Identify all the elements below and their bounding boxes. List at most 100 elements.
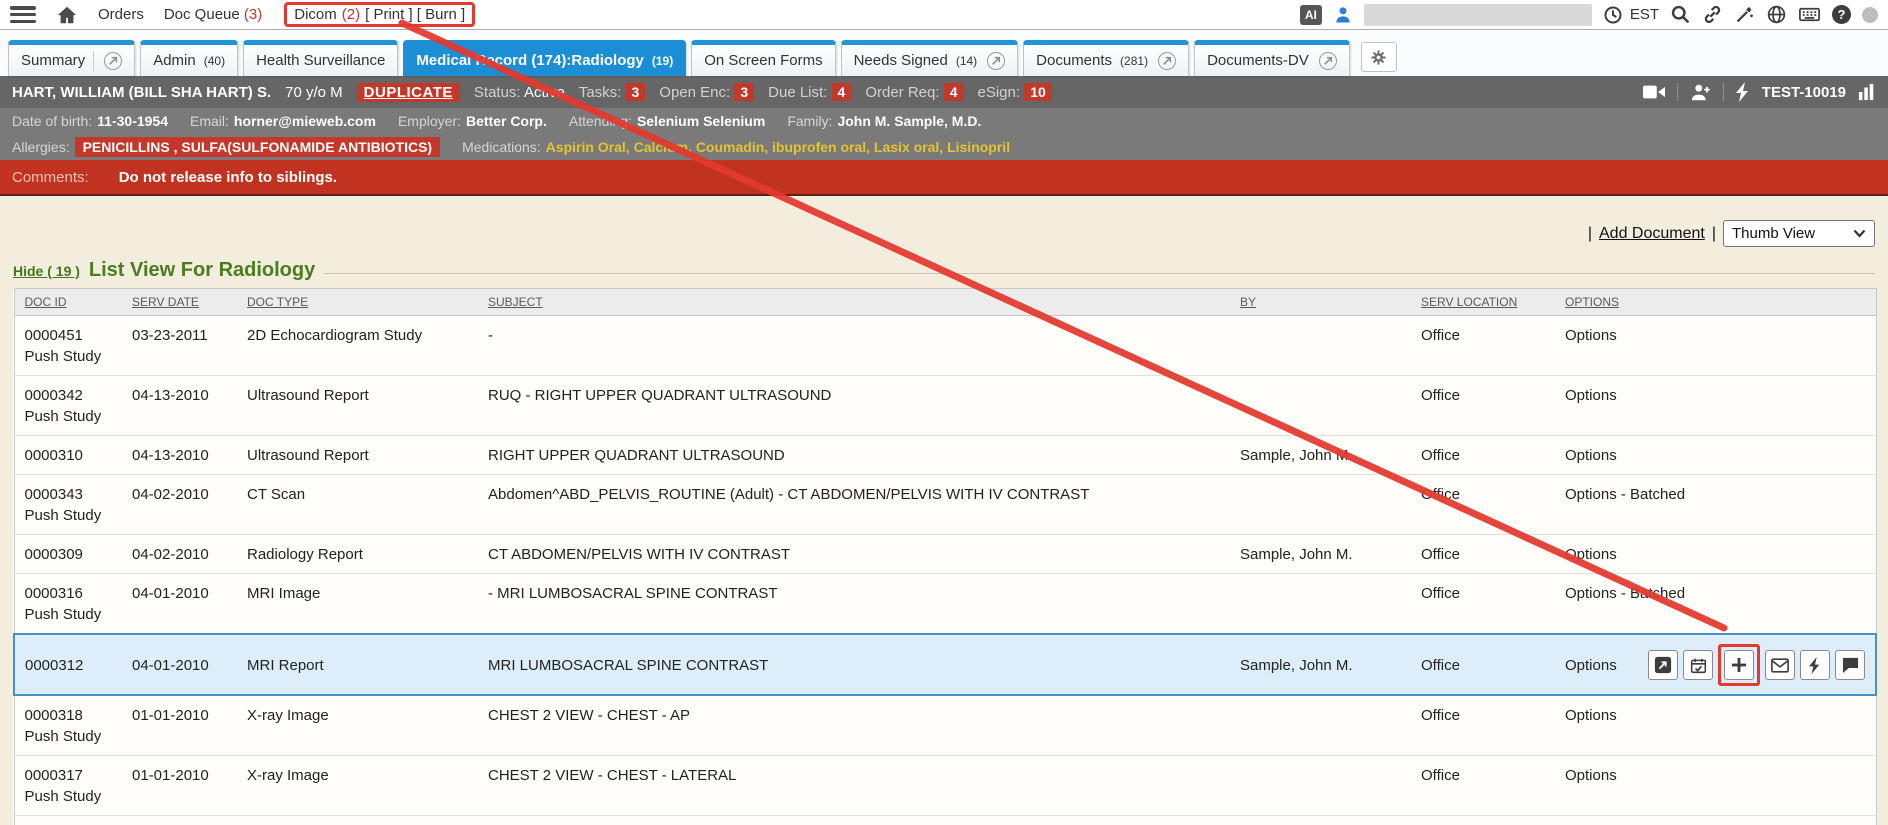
options-link[interactable]: Options - Batched bbox=[1555, 574, 1876, 635]
search-icon[interactable] bbox=[1670, 4, 1691, 25]
tab-summary[interactable]: Summary bbox=[8, 40, 135, 76]
medications-list[interactable]: Aspirin Oral, Calcium, Coumadin, ibuprof… bbox=[546, 139, 1010, 155]
options-link[interactable]: Options - Batched bbox=[1555, 475, 1876, 535]
table-row[interactable]: 0000343Push Study 04-02-2010 CT Scan Abd… bbox=[14, 475, 1876, 535]
keyboard-icon[interactable] bbox=[1798, 3, 1821, 26]
doc-id[interactable]: 0000318 bbox=[25, 705, 113, 726]
order-req-count-badge[interactable]: 4 bbox=[944, 83, 964, 101]
push-study-link[interactable]: Push Study bbox=[25, 505, 113, 526]
doc-id[interactable]: 0000313 bbox=[14, 816, 122, 825]
ai-badge[interactable]: AI bbox=[1300, 5, 1322, 25]
col-doc-id[interactable]: DOC ID bbox=[14, 289, 122, 316]
tab-needs-signed[interactable]: Needs Signed (14) bbox=[841, 40, 1019, 76]
table-row[interactable]: 0000342Push Study 04-13-2010 Ultrasound … bbox=[14, 376, 1876, 436]
calendar-check-button[interactable] bbox=[1683, 650, 1713, 680]
table-row[interactable]: 0000310 04-13-2010 Ultrasound Report RIG… bbox=[14, 436, 1876, 475]
doc-id[interactable]: 0000342 bbox=[25, 385, 113, 406]
tab-health-surveillance[interactable]: Health Surveillance bbox=[243, 40, 398, 76]
lightning-button[interactable] bbox=[1800, 650, 1830, 680]
chart-tab-bar: Summary Admin (40) Health Surveillance M… bbox=[0, 30, 1888, 76]
doc-id[interactable]: 0000309 bbox=[14, 535, 122, 574]
tab-documents[interactable]: Documents (281) bbox=[1023, 40, 1189, 76]
comment-button[interactable] bbox=[1835, 650, 1865, 680]
menu-orders[interactable]: Orders bbox=[98, 6, 144, 23]
doc-id[interactable]: 0000312 bbox=[14, 634, 122, 695]
wand-icon[interactable] bbox=[1734, 4, 1755, 25]
tab-documents-dv[interactable]: Documents-DV bbox=[1194, 40, 1350, 76]
options-link[interactable]: Options bbox=[1555, 756, 1876, 816]
push-study-link[interactable]: Push Study bbox=[25, 604, 113, 625]
push-study-link[interactable]: Push Study bbox=[25, 786, 113, 807]
doc-id[interactable]: 0000451 bbox=[25, 325, 113, 346]
doc-id[interactable]: 0000317 bbox=[25, 765, 113, 786]
popout-icon[interactable] bbox=[104, 52, 122, 70]
push-study-link[interactable]: Push Study bbox=[25, 726, 113, 747]
doc-id[interactable]: 0000316 bbox=[25, 583, 113, 604]
col-doc-type[interactable]: DOC TYPE bbox=[237, 289, 478, 316]
menu-dicom[interactable]: Dicom bbox=[294, 6, 337, 23]
options-link[interactable]: Options bbox=[1555, 436, 1876, 475]
email-value[interactable]: horner@mieweb.com bbox=[234, 113, 376, 129]
help-icon[interactable]: ? bbox=[1832, 5, 1851, 24]
add-attachment-button[interactable] bbox=[1724, 650, 1754, 680]
duplicate-badge[interactable]: DUPLICATE bbox=[357, 83, 460, 102]
employer-value: Better Corp. bbox=[466, 113, 547, 129]
col-serv-location[interactable]: SERV LOCATION bbox=[1411, 289, 1555, 316]
table-row[interactable]: 0000317Push Study 01-01-2010 X-ray Image… bbox=[14, 756, 1876, 816]
menu-doc-queue[interactable]: Doc Queue (3) bbox=[164, 6, 262, 23]
options-link[interactable]: Options bbox=[1555, 316, 1876, 376]
table-row[interactable]: 0000313 01-01-2010 Radiology Report CHES… bbox=[14, 816, 1876, 825]
push-study-link[interactable]: Push Study bbox=[25, 346, 113, 367]
email-button[interactable] bbox=[1765, 650, 1795, 680]
doc-queue-count: (3) bbox=[244, 6, 262, 23]
allergies-badge[interactable]: PENICILLINS , SULFA(SULFONAMIDE ANTIBIOT… bbox=[75, 137, 440, 157]
tab-admin[interactable]: Admin (40) bbox=[140, 40, 238, 76]
hide-link[interactable]: Hide ( 19 ) bbox=[13, 263, 80, 279]
doc-id[interactable]: 0000343 bbox=[25, 484, 113, 505]
document-toolbar: | Add Document | Thumb View bbox=[13, 220, 1875, 247]
video-camera-icon[interactable] bbox=[1643, 83, 1665, 101]
options-link[interactable]: Options bbox=[1555, 376, 1876, 436]
tasks-count-badge[interactable]: 3 bbox=[626, 83, 646, 101]
col-by[interactable]: BY bbox=[1230, 289, 1411, 316]
hamburger-menu-icon[interactable] bbox=[10, 6, 36, 23]
options-link[interactable]: Options bbox=[1555, 695, 1876, 756]
tab-medical-record-radiology[interactable]: Medical Record (174):Radiology (19) bbox=[403, 40, 686, 76]
col-subject[interactable]: SUBJECT bbox=[478, 289, 1230, 316]
user-icon[interactable] bbox=[1333, 5, 1353, 25]
popout-icon[interactable] bbox=[1158, 52, 1176, 70]
tab-on-screen-forms[interactable]: On Screen Forms bbox=[691, 40, 835, 76]
open-enc-count-badge[interactable]: 3 bbox=[734, 83, 754, 101]
globe-icon[interactable] bbox=[1766, 4, 1787, 25]
table-row-selected[interactable]: 0000312 04-01-2010 MRI Report MRI LUMBOS… bbox=[14, 634, 1876, 695]
col-serv-date[interactable]: SERV DATE bbox=[122, 289, 237, 316]
add-document-link[interactable]: Add Document bbox=[1599, 225, 1705, 243]
clock-icon[interactable] bbox=[1603, 5, 1623, 25]
view-mode-select[interactable]: Thumb View bbox=[1723, 220, 1875, 247]
bar-chart-icon[interactable] bbox=[1858, 83, 1876, 101]
popout-icon[interactable] bbox=[987, 52, 1005, 70]
list-view-header: Hide ( 19 ) List View For Radiology bbox=[13, 259, 1875, 282]
view-image-button[interactable] bbox=[1648, 650, 1678, 680]
table-row[interactable]: 0000451Push Study 03-23-2011 2D Echocard… bbox=[14, 316, 1876, 376]
menu-dicom-print-burn[interactable]: [ Print ] [ Burn ] bbox=[365, 6, 465, 23]
family-value: John M. Sample, M.D. bbox=[837, 113, 981, 129]
col-options[interactable]: OPTIONS bbox=[1555, 289, 1876, 316]
home-icon[interactable] bbox=[56, 4, 78, 26]
push-study-link[interactable]: Push Study bbox=[25, 406, 113, 427]
table-row[interactable]: 0000309 04-02-2010 Radiology Report CT A… bbox=[14, 535, 1876, 574]
table-row[interactable]: 0000318Push Study 01-01-2010 X-ray Image… bbox=[14, 695, 1876, 756]
esign-count-badge[interactable]: 10 bbox=[1024, 83, 1052, 101]
popout-icon[interactable] bbox=[1319, 52, 1337, 70]
table-row[interactable]: 0000316Push Study 04-01-2010 MRI Image -… bbox=[14, 574, 1876, 635]
options-link[interactable]: Options bbox=[1555, 535, 1876, 574]
options-link[interactable]: Options bbox=[1565, 655, 1617, 676]
due-list-count-badge[interactable]: 4 bbox=[832, 83, 852, 101]
link-icon[interactable] bbox=[1702, 4, 1723, 25]
lightning-icon[interactable] bbox=[1736, 82, 1750, 102]
doc-id[interactable]: 0000310 bbox=[14, 436, 122, 475]
add-person-icon[interactable] bbox=[1690, 83, 1711, 102]
options-link[interactable]: Options bbox=[1555, 816, 1876, 825]
tab-settings-gear[interactable] bbox=[1361, 42, 1397, 72]
radiology-document-table: DOC ID SERV DATE DOC TYPE SUBJECT BY SER… bbox=[13, 288, 1877, 825]
